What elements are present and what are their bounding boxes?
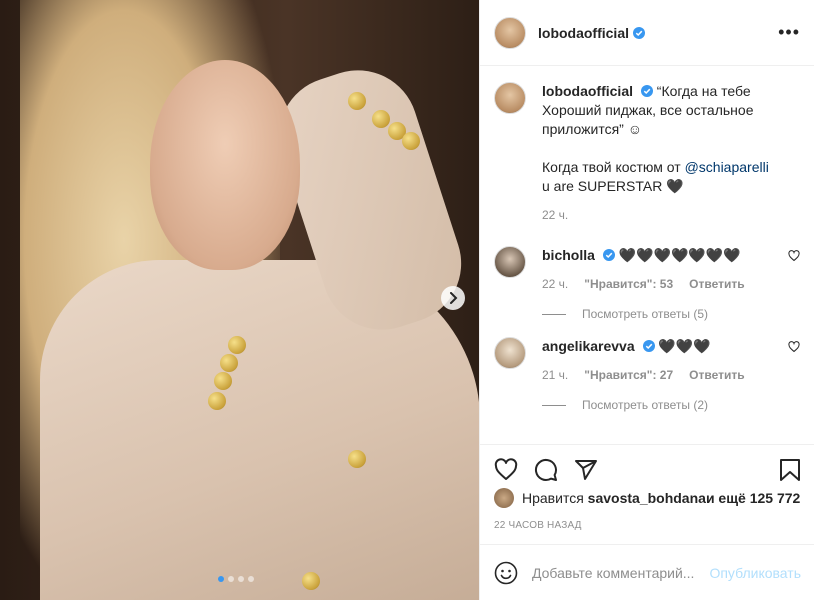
verified-badge-icon xyxy=(602,249,615,261)
comment-item: angelikarevva 🖤🖤🖤 21 ч. "Нравится": 27 О… xyxy=(494,337,800,382)
replies-divider xyxy=(542,313,566,315)
view-replies-label: Посмотреть ответы (5) xyxy=(582,307,709,321)
author-avatar[interactable] xyxy=(494,16,526,49)
comment-body: 🖤🖤🖤🖤🖤🖤🖤 xyxy=(618,247,741,263)
comment-icon[interactable] xyxy=(534,458,558,482)
comment-input[interactable] xyxy=(532,564,702,581)
comment-username[interactable]: bicholla xyxy=(542,247,595,263)
comment-time[interactable]: 22 ч. xyxy=(542,277,568,291)
verified-badge-icon xyxy=(640,85,653,97)
photo-gold-button xyxy=(402,132,420,150)
carousel-dot xyxy=(248,576,254,582)
chevron-right-icon xyxy=(450,292,458,304)
photo-gold-button xyxy=(372,110,390,128)
caption-time[interactable]: 22 ч. xyxy=(542,208,568,222)
photo-gold-button xyxy=(302,572,320,590)
reply-button[interactable]: Ответить xyxy=(689,277,744,291)
comment-avatar[interactable] xyxy=(494,337,526,369)
add-comment-bar: Опубликовать xyxy=(480,544,814,600)
caption-username[interactable]: lobodaofficial xyxy=(542,83,633,99)
action-bar xyxy=(480,444,814,494)
caption: lobodaofficial “Когда на тебе Хороший пи… xyxy=(494,82,800,222)
caption-line2-prefix: Когда твой костюм от xyxy=(542,159,685,175)
comment-meta: 22 ч. "Нравится": 53 Ответить xyxy=(542,277,745,291)
comment-likes[interactable]: "Нравится": 53 xyxy=(584,277,673,291)
caption-line2: Когда твой костюм от @schiaparelli xyxy=(542,158,792,177)
post-header: lobodaofficial ••• xyxy=(480,0,814,66)
comment-body: 🖤🖤🖤 xyxy=(658,338,711,354)
mention-link[interactable]: @schiaparelli xyxy=(685,159,769,175)
bookmark-icon[interactable] xyxy=(779,458,801,482)
comment-like-icon[interactable] xyxy=(788,250,800,262)
comment-like-icon[interactable] xyxy=(788,341,800,353)
photo-gold-button xyxy=(348,92,366,110)
comment-likes[interactable]: "Нравится": 27 xyxy=(584,368,673,382)
replies-divider xyxy=(542,404,566,406)
carousel-dot xyxy=(238,576,244,582)
photo-gold-button xyxy=(208,392,226,410)
carousel-next-button[interactable] xyxy=(441,286,465,310)
likes-summary[interactable]: Нравится savosta_bohdana и ещё 125 772 xyxy=(494,488,800,508)
share-icon[interactable] xyxy=(574,458,598,482)
author-username[interactable]: lobodaofficial xyxy=(538,25,629,41)
caption-meta: 22 ч. xyxy=(542,208,792,222)
photo-gold-button xyxy=(220,354,238,372)
caption-avatar[interactable] xyxy=(494,82,526,114)
comment-username[interactable]: angelikarevva xyxy=(542,338,635,354)
post-photo[interactable] xyxy=(0,0,479,600)
post-details-panel: lobodaofficial ••• lobodaofficial “Когда… xyxy=(479,0,814,600)
likes-prefix: Нравится xyxy=(522,490,584,506)
comment-text: bicholla 🖤🖤🖤🖤🖤🖤🖤 xyxy=(542,246,745,265)
photo-face xyxy=(150,60,300,270)
caption-line3: u are SUPERSTAR 🖤 xyxy=(542,178,684,194)
comment-item: bicholla 🖤🖤🖤🖤🖤🖤🖤 22 ч. "Нравится": 53 От… xyxy=(494,246,800,291)
photo-gold-button xyxy=(348,450,366,468)
comment-avatar[interactable] xyxy=(494,246,526,278)
caption-text: lobodaofficial “Когда на тебе Хороший пи… xyxy=(542,82,792,139)
carousel-dot xyxy=(228,576,234,582)
reply-button[interactable]: Ответить xyxy=(689,368,744,382)
comments-list[interactable]: lobodaofficial “Когда на тебе Хороший пи… xyxy=(480,66,814,444)
emoji-icon[interactable] xyxy=(494,561,518,585)
view-replies-button[interactable]: Посмотреть ответы (5) xyxy=(542,307,800,321)
carousel-dot xyxy=(218,576,224,582)
comment-text: angelikarevva 🖤🖤🖤 xyxy=(542,337,745,356)
publish-button[interactable]: Опубликовать xyxy=(709,565,801,581)
photo-gold-button xyxy=(228,336,246,354)
more-options-icon[interactable]: ••• xyxy=(778,22,800,43)
view-replies-button[interactable]: Посмотреть ответы (2) xyxy=(542,398,800,412)
liker-username[interactable]: savosta_bohdana xyxy=(588,490,706,506)
post-timestamp[interactable]: 22 ЧАСОВ НАЗАД xyxy=(494,520,582,531)
view-replies-label: Посмотреть ответы (2) xyxy=(582,398,709,412)
liker-avatar xyxy=(494,488,514,508)
carousel-indicator xyxy=(218,576,254,582)
photo-gold-button xyxy=(214,372,232,390)
verified-badge-icon xyxy=(642,340,655,352)
comment-meta: 21 ч. "Нравится": 27 Ответить xyxy=(542,368,745,382)
like-icon[interactable] xyxy=(494,457,518,482)
likes-suffix[interactable]: и ещё 125 772 xyxy=(706,490,800,506)
comment-time[interactable]: 21 ч. xyxy=(542,368,568,382)
verified-badge-icon xyxy=(633,26,645,39)
